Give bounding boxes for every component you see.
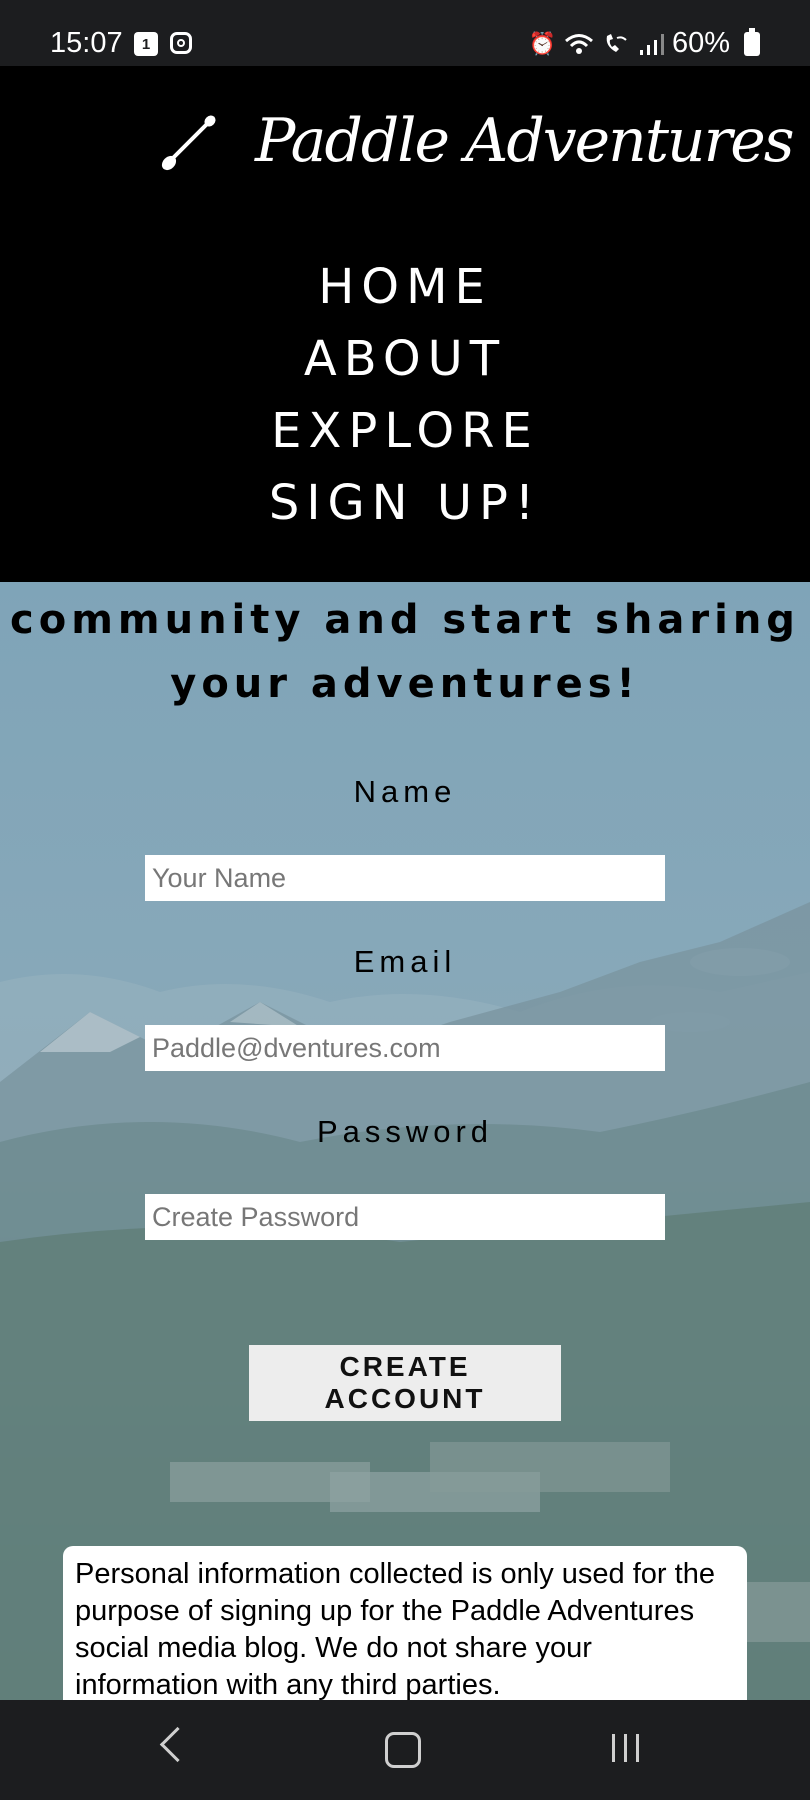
password-label: Password bbox=[316, 1114, 494, 1149]
privacy-notice: Personal information collected is only u… bbox=[63, 1546, 747, 1700]
brand-name: Paddle Adventures bbox=[255, 106, 795, 176]
status-bar: 15:07 1 ⏰ 60% bbox=[0, 0, 810, 66]
site-header: Paddle Adventures HOME ABOUT EXPLORE SIG… bbox=[0, 66, 810, 582]
nav-home[interactable]: HOME bbox=[0, 251, 810, 323]
status-time: 15:07 bbox=[50, 27, 123, 59]
wifi-calling-icon bbox=[606, 33, 627, 52]
signup-section: community and start sharing your adventu… bbox=[0, 582, 810, 1700]
password-input[interactable] bbox=[145, 1194, 665, 1240]
nav-about[interactable]: ABOUT bbox=[0, 323, 810, 395]
signup-headline: community and start sharing your adventu… bbox=[0, 588, 810, 716]
system-nav-bar bbox=[0, 1700, 810, 1800]
status-icons: ⏰ 60% bbox=[529, 27, 760, 60]
main-nav: HOME ABOUT EXPLORE SIGN UP! bbox=[0, 251, 810, 539]
email-input[interactable] bbox=[145, 1025, 665, 1071]
calendar-icon: 1 bbox=[134, 32, 158, 56]
back-icon[interactable] bbox=[159, 1726, 196, 1763]
instagram-icon bbox=[170, 32, 192, 54]
name-input[interactable] bbox=[145, 855, 665, 901]
signal-icon bbox=[639, 33, 664, 55]
headline-line-2: your adventures! bbox=[170, 661, 640, 707]
name-label: Name bbox=[353, 774, 457, 809]
recent-apps-icon[interactable] bbox=[612, 1734, 639, 1762]
headline-line-1: community and start sharing bbox=[10, 597, 800, 643]
nav-explore[interactable]: EXPLORE bbox=[0, 395, 810, 467]
alarm-icon: ⏰ bbox=[528, 30, 556, 56]
brand-logo[interactable]: Paddle Adventures bbox=[155, 106, 795, 176]
nav-sign-up[interactable]: SIGN UP! bbox=[0, 467, 810, 539]
paddle-icon bbox=[161, 115, 216, 171]
battery-icon bbox=[744, 27, 760, 56]
create-account-button[interactable]: CREATE ACCOUNT bbox=[249, 1345, 561, 1421]
wifi-icon bbox=[564, 33, 593, 54]
battery-percent: 60% bbox=[671, 27, 730, 59]
home-icon[interactable] bbox=[385, 1732, 421, 1768]
email-label: Email bbox=[353, 944, 457, 979]
